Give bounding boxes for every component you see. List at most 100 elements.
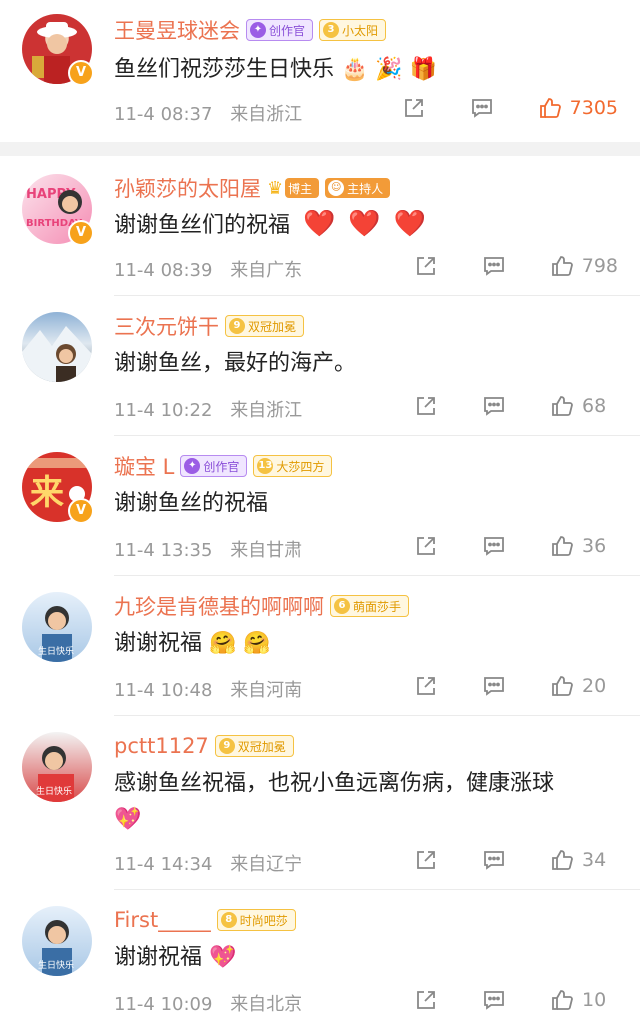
fan-level-badge[interactable]: 9 双冠加冕	[225, 315, 305, 337]
fan-level-icon: 3	[323, 22, 340, 38]
avatar[interactable]: HAPPY BIRTHDAY V	[22, 174, 94, 246]
verified-v-icon: V	[68, 498, 94, 524]
comment-meta: 11-4 10:09 来自北京	[114, 990, 302, 1016]
fan-level-icon: 9	[218, 738, 235, 754]
crown-icon: ♛	[267, 177, 284, 199]
comment-meta: 11-4 10:22 来自浙江	[114, 396, 302, 422]
username[interactable]: 孙颖莎的太阳屋	[114, 173, 261, 203]
comment-meta: 11-4 08:37 来自浙江	[114, 100, 302, 126]
thumbs-up-icon[interactable]	[550, 394, 574, 418]
blogger-badge[interactable]: 博主	[285, 178, 320, 198]
location: 来自河南	[230, 680, 303, 701]
badge-label: 大莎四方	[276, 459, 325, 474]
comment-item: 来 V 璇宝 L ✦ 创作官 13 大莎四方 谢谢鱼丝的祝福 11-4 13:3…	[0, 436, 640, 576]
comment-icon[interactable]	[482, 848, 506, 872]
avatar[interactable]: 生日快乐	[22, 906, 92, 976]
comment-meta: 11-4 13:35 来自甘肃	[114, 536, 302, 562]
comment-item: V 王曼昱球迷会 ✦ 创作官 3 小太阳 鱼丝们祝莎莎生日快乐 🎂 🎉 🎁 11…	[0, 0, 640, 140]
timestamp: 11-4 10:22	[114, 400, 213, 421]
verified-v-icon: V	[68, 220, 94, 246]
comment-item: 生日快乐 九珍是肯德基的啊啊啊 6 萌面莎手 谢谢祝福 🤗 🤗 11-4 10:…	[0, 576, 640, 716]
thumbs-up-icon[interactable]	[550, 254, 574, 278]
comment-text-block: 感谢鱼丝祝福，也祝小鱼远离伤病，健康涨球 💖	[114, 766, 620, 838]
share-icon[interactable]	[414, 988, 438, 1012]
avatar[interactable]: 来 V	[22, 452, 94, 524]
comment-icon[interactable]	[482, 534, 506, 558]
comment-text-block: 谢谢祝福 🤗 🤗	[114, 626, 620, 662]
hugging-face-emoji: 🤗	[243, 631, 271, 656]
comment-icon[interactable]	[482, 988, 506, 1012]
fan-level-badge[interactable]: 3 小太阳	[319, 19, 387, 41]
cake-emoji: 🎂	[341, 57, 369, 82]
location: 来自广东	[230, 260, 303, 281]
username[interactable]: 三次元饼干	[114, 311, 219, 341]
like-count: 10	[582, 989, 607, 1011]
badge-label: 博主	[288, 181, 313, 196]
comment-text-block: 谢谢鱼丝的祝福	[114, 486, 620, 522]
like-count: 68	[582, 395, 607, 417]
verified-v-icon: V	[68, 60, 94, 86]
username[interactable]: pctt1127	[114, 734, 209, 758]
share-icon[interactable]	[414, 674, 438, 698]
timestamp: 11-4 08:37	[114, 104, 213, 125]
comment-text: 谢谢鱼丝，最好的海产。	[114, 351, 357, 376]
comment-text-block: 谢谢鱼丝，最好的海产。	[114, 346, 620, 382]
comment-text: 谢谢祝福	[114, 945, 203, 970]
avatar[interactable]: 生日快乐	[22, 592, 92, 662]
fan-level-icon: 9	[229, 318, 245, 334]
fan-level-badge[interactable]: 9 双冠加冕	[214, 735, 294, 757]
fan-level-icon: 8	[220, 912, 237, 928]
fan-level-badge[interactable]: 13 大莎四方	[253, 455, 333, 477]
share-icon[interactable]	[414, 254, 438, 278]
share-icon[interactable]	[414, 534, 438, 558]
fan-level-icon: 13	[257, 458, 274, 474]
avatar[interactable]: V	[22, 14, 94, 86]
timestamp: 11-4 10:09	[114, 994, 213, 1015]
creator-badge[interactable]: ✦ 创作官	[246, 19, 314, 41]
creator-icon: ✦	[184, 458, 201, 474]
badge-label: 双冠加冕	[237, 739, 286, 754]
location: 来自甘肃	[230, 540, 303, 561]
share-icon[interactable]	[414, 848, 438, 872]
username[interactable]: First_____	[114, 908, 211, 932]
timestamp: 11-4 08:39	[114, 260, 213, 281]
username[interactable]: 九珍是肯德基的啊啊啊	[114, 591, 324, 621]
username[interactable]: 璇宝 L	[114, 451, 174, 481]
thumbs-up-icon[interactable]	[550, 674, 574, 698]
avatar[interactable]	[22, 312, 92, 382]
username[interactable]: 王曼昱球迷会	[114, 15, 240, 45]
gift-emoji: 🎁	[409, 57, 438, 82]
like-count: 20	[582, 675, 607, 697]
comment-meta: 11-4 10:48 来自河南	[114, 676, 302, 702]
thumbs-up-icon[interactable]	[538, 96, 562, 120]
avatar-glyph: 来	[30, 473, 64, 513]
creator-badge[interactable]: ✦ 创作官	[180, 455, 248, 477]
timestamp: 11-4 14:34	[114, 854, 213, 875]
comment-icon[interactable]	[482, 394, 506, 418]
badge-label: 创作官	[269, 23, 306, 38]
comment-icon[interactable]	[482, 254, 506, 278]
badge-label: 创作官	[203, 459, 240, 474]
avatar[interactable]: 生日快乐	[22, 732, 92, 802]
section-divider	[0, 142, 640, 156]
heart-emoji: ❤️	[393, 209, 427, 239]
avatar-caption: 生日快乐	[38, 959, 74, 971]
fan-level-badge[interactable]: 8 时尚吧莎	[216, 909, 296, 931]
sparkling-heart-emoji: 💖	[114, 807, 142, 832]
thumbs-up-icon[interactable]	[550, 988, 574, 1012]
comment-item: 三次元饼干 9 双冠加冕 谢谢鱼丝，最好的海产。 11-4 10:22 来自浙江…	[0, 296, 640, 436]
fan-level-badge[interactable]: 6 萌面莎手	[330, 595, 410, 617]
host-badge[interactable]: ☺ 主持人	[325, 178, 391, 198]
share-icon[interactable]	[402, 96, 426, 120]
comment-icon[interactable]	[470, 96, 494, 120]
location: 来自浙江	[230, 400, 303, 421]
share-icon[interactable]	[414, 394, 438, 418]
creator-icon: ✦	[250, 22, 266, 38]
like-count: 34	[582, 849, 607, 871]
thumbs-up-icon[interactable]	[550, 534, 574, 558]
badge-label: 萌面莎手	[353, 599, 402, 614]
fan-level-icon: 6	[334, 598, 350, 614]
thumbs-up-icon[interactable]	[550, 848, 574, 872]
comment-icon[interactable]	[482, 674, 506, 698]
badge-label: 双冠加冕	[248, 319, 297, 334]
